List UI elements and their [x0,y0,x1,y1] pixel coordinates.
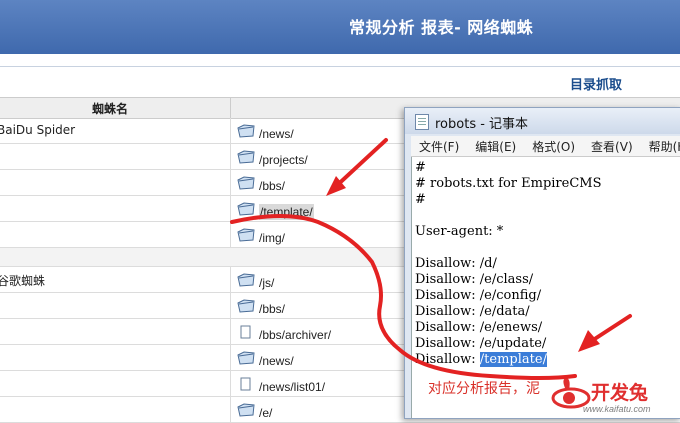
folder-icon [237,403,255,417]
directory-path: /js/ [259,276,275,290]
directory-cell[interactable]: /news/ [237,122,294,141]
notepad-icon [415,114,429,130]
directory-path: /news/list01/ [259,380,326,394]
directory-path: /news/ [259,354,294,368]
menu-help[interactable]: 帮助(H) [641,136,680,156]
directory-cell[interactable]: /bbs/archiver/ [237,323,332,342]
directory-cell[interactable]: /bbs/ [237,297,286,316]
directory-cell[interactable]: /img/ [237,226,286,245]
spider-name-column-header: 蜘蛛名 [92,102,129,116]
robots-text: # # robots.txt for EmpireCMS # User-agen… [415,160,602,367]
directory-path: /bbs/ [259,302,286,316]
menu-format[interactable]: 格式(O) [524,136,583,156]
notepad-title: robots - 记事本 [435,117,529,132]
notepad-menubar: 文件(F) 编辑(E) 格式(O) 查看(V) 帮助(H) [411,136,680,157]
directory-cell[interactable]: /template/ [237,200,314,220]
spider-name: BaiDu Spider [0,123,76,137]
folder-icon [237,150,255,164]
selected-text: /template/ [479,352,547,367]
directory-cell[interactable]: /news/ [237,349,294,368]
folder-icon [237,228,255,242]
annotation-caption: 对应分析报告，泥 [428,381,540,397]
spider-name: 谷歌蜘蛛 [0,274,46,288]
menu-file[interactable]: 文件(F) [411,136,467,156]
last-line-prefix: Disallow: [415,352,480,367]
folder-icon [237,202,255,216]
toolbar: 目录抓取 [0,66,680,97]
report-banner: 常规分析 报表- 网络蜘蛛 [0,0,680,54]
directory-crawl-link[interactable]: 目录抓取 [570,74,622,93]
file-icon [240,325,251,339]
directory-path-highlighted: /template/ [259,204,314,220]
site-logo: 开发兔 www.kaifatu.com [545,372,680,417]
directory-cell[interactable]: /bbs/ [237,174,286,193]
menu-view[interactable]: 查看(V) [583,136,641,156]
directory-cell[interactable]: /news/list01/ [237,375,326,394]
folder-icon [237,299,255,313]
directory-cell[interactable]: /projects/ [237,148,308,167]
file-icon [240,377,251,391]
directory-path: /bbs/archiver/ [259,328,332,342]
logo-text: 开发兔 [591,382,649,404]
logo-url: www.kaifatu.com [583,404,651,414]
folder-icon [237,124,255,138]
directory-cell[interactable]: /e/ [237,401,273,420]
page-title: 常规分析 报表- 网络蜘蛛 [349,18,534,37]
directory-path: /bbs/ [259,179,286,193]
directory-path: /e/ [259,406,273,420]
folder-icon [237,176,255,190]
directory-cell[interactable]: /js/ [237,271,275,290]
folder-icon [237,273,255,287]
menu-edit[interactable]: 编辑(E) [467,136,524,156]
directory-path: /projects/ [259,153,308,167]
folder-icon [237,351,255,365]
notepad-titlebar[interactable]: robots - 记事本 [405,108,680,134]
directory-path: /img/ [259,231,286,245]
directory-path: /news/ [259,127,294,141]
